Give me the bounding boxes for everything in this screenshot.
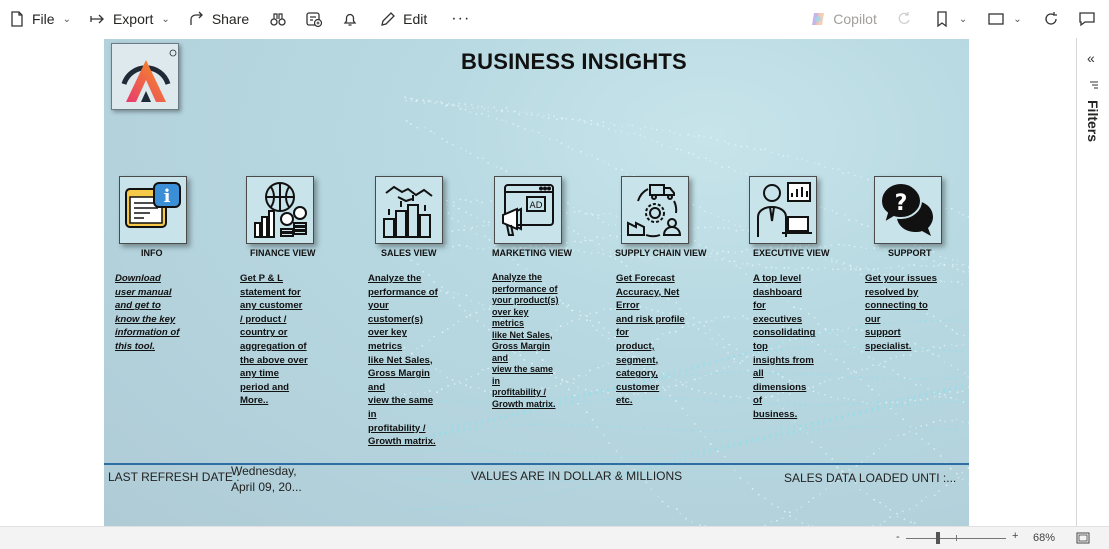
report-page: BUSINESS INSIGHTS i INFO Download user ma… — [104, 39, 969, 526]
info-label: INFO — [141, 248, 163, 258]
info-card[interactable]: i INFO Download user manual and get to know… — [115, 176, 187, 352]
file-menu[interactable]: File ⌄ — [4, 0, 75, 38]
zoom-level: 68% — [1033, 532, 1056, 544]
support-icon: ? — [874, 176, 942, 244]
refresh-day: Wednesday, — [231, 464, 297, 478]
collapse-left-icon[interactable]: « — [1087, 50, 1095, 66]
support-label: SUPPORT — [888, 248, 932, 258]
binoculars-icon — [270, 13, 286, 26]
svg-text:AD: AD — [529, 201, 542, 211]
supply-chain-icon — [621, 176, 689, 244]
marketing-icon: AD — [494, 176, 562, 244]
alert-button[interactable] — [337, 0, 363, 38]
zoom-slider-tick — [956, 535, 957, 541]
filters-label: Filters — [1085, 100, 1101, 143]
export-icon — [90, 14, 104, 24]
zoom-in-button[interactable]: + — [1012, 530, 1018, 542]
share-icon — [190, 11, 203, 25]
status-bar: - + 68% — [0, 526, 1109, 549]
sales-view-description: Analyze the performance of your customer(s… — [368, 273, 438, 448]
svg-text:i: i — [164, 186, 171, 207]
insights-button[interactable] — [265, 0, 291, 38]
copilot-label: Copilot — [833, 11, 877, 27]
filters-pane[interactable]: « Filters — [1076, 38, 1109, 526]
sales-data-loaded: SALES DATA LOADED UNTI :... — [784, 471, 957, 485]
finance-view-card[interactable]: FINANCE VIEW Get P & Lstatement for any c… — [240, 176, 316, 406]
finance-view-label: FINANCE VIEW — [250, 248, 316, 258]
marketing-view-description: Analyze the performance of your product(s)… — [492, 272, 559, 409]
export-label: Export — [112, 11, 154, 27]
edit-button[interactable]: Edit — [375, 0, 431, 38]
refresh-date: April 09, 20... — [231, 480, 302, 494]
finance-icon — [246, 176, 314, 244]
zoom-slider-thumb[interactable] — [936, 532, 940, 544]
executive-icon — [749, 176, 817, 244]
executive-view-label: EXECUTIVE VIEW — [753, 248, 830, 258]
bookmark-menu[interactable]: ⌄ — [929, 0, 971, 38]
comments-button[interactable] — [1074, 0, 1100, 38]
executive-view-description: A top level dashboard for executives consol… — [753, 273, 816, 420]
sales-view-card[interactable]: SALES VIEW Analyze the performance of your… — [368, 176, 443, 447]
support-description: Get your issues resolved by connecting to … — [865, 273, 937, 352]
share-label: Share — [211, 11, 250, 27]
refresh-button[interactable] — [1038, 0, 1064, 38]
pencil-icon — [381, 12, 396, 26]
reset-button[interactable] — [891, 0, 917, 38]
share-button[interactable]: Share — [184, 0, 253, 38]
bookmark-icon — [937, 11, 947, 28]
ellipsis-icon: ··· — [451, 10, 471, 27]
refresh-icon — [1045, 12, 1057, 25]
svg-text:?: ? — [895, 191, 908, 216]
units-note: VALUES ARE IN DOLLAR & MILLIONS — [471, 469, 683, 483]
support-card[interactable]: ? SUPPORT Get your issues resolved by conn… — [865, 176, 942, 352]
copilot-icon — [812, 13, 825, 25]
export-menu[interactable]: Export ⌄ — [85, 0, 174, 38]
file-label: File — [32, 11, 55, 27]
more-options-button[interactable]: ··· — [447, 0, 474, 38]
sales-view-label: SALES VIEW — [381, 248, 437, 258]
executive-view-card[interactable]: EXECUTIVE VIEW A top level dashboard for e… — [749, 176, 830, 420]
filter-icon — [1090, 81, 1098, 89]
chevron-down-icon: ⌄ — [1013, 13, 1022, 25]
supply-chain-view-label: SUPPLY CHAIN VIEW — [615, 248, 707, 258]
bell-icon — [343, 13, 357, 26]
supply-chain-view-description: Get Forecast Accuracy, Net Error and risk … — [616, 273, 685, 407]
view-icon — [988, 13, 1004, 25]
chevron-down-icon: ⌄ — [62, 13, 71, 25]
last-refresh-label: LAST REFRESH DATE : — [108, 470, 240, 484]
info-icon: i — [119, 176, 187, 244]
supply-chain-view-card[interactable]: SUPPLY CHAIN VIEW Get Forecast Accuracy, … — [615, 176, 707, 406]
marketing-view-card[interactable]: AD MARKETING VIEW Analyze the performance… — [492, 176, 572, 409]
fit-to-page-icon[interactable] — [1076, 532, 1090, 544]
file-icon — [11, 11, 23, 27]
report-toolbar: File ⌄ Export ⌄ Share Edit ··· Copilot ⌄ — [0, 0, 1109, 38]
view-menu[interactable]: ⌄ — [983, 0, 1025, 38]
chevron-down-icon: ⌄ — [161, 13, 170, 25]
zoom-out-button[interactable]: - — [896, 531, 900, 543]
edit-label: Edit — [403, 11, 428, 27]
chevron-down-icon: ⌄ — [958, 13, 968, 25]
subscribe-button[interactable] — [301, 0, 327, 38]
marketing-view-label: MARKETING VIEW — [492, 248, 572, 258]
comment-icon — [1079, 12, 1095, 27]
copilot-button[interactable]: Copilot — [805, 0, 881, 38]
info-description: Download user manual and get to know the ke… — [115, 273, 180, 352]
page-title: BUSINESS INSIGHTS — [461, 49, 687, 74]
finance-view-description: Get P & Lstatement for any customer / prod… — [240, 273, 308, 407]
subscribe-icon — [306, 12, 323, 28]
reset-icon — [898, 12, 910, 24]
sales-icon — [375, 176, 443, 244]
